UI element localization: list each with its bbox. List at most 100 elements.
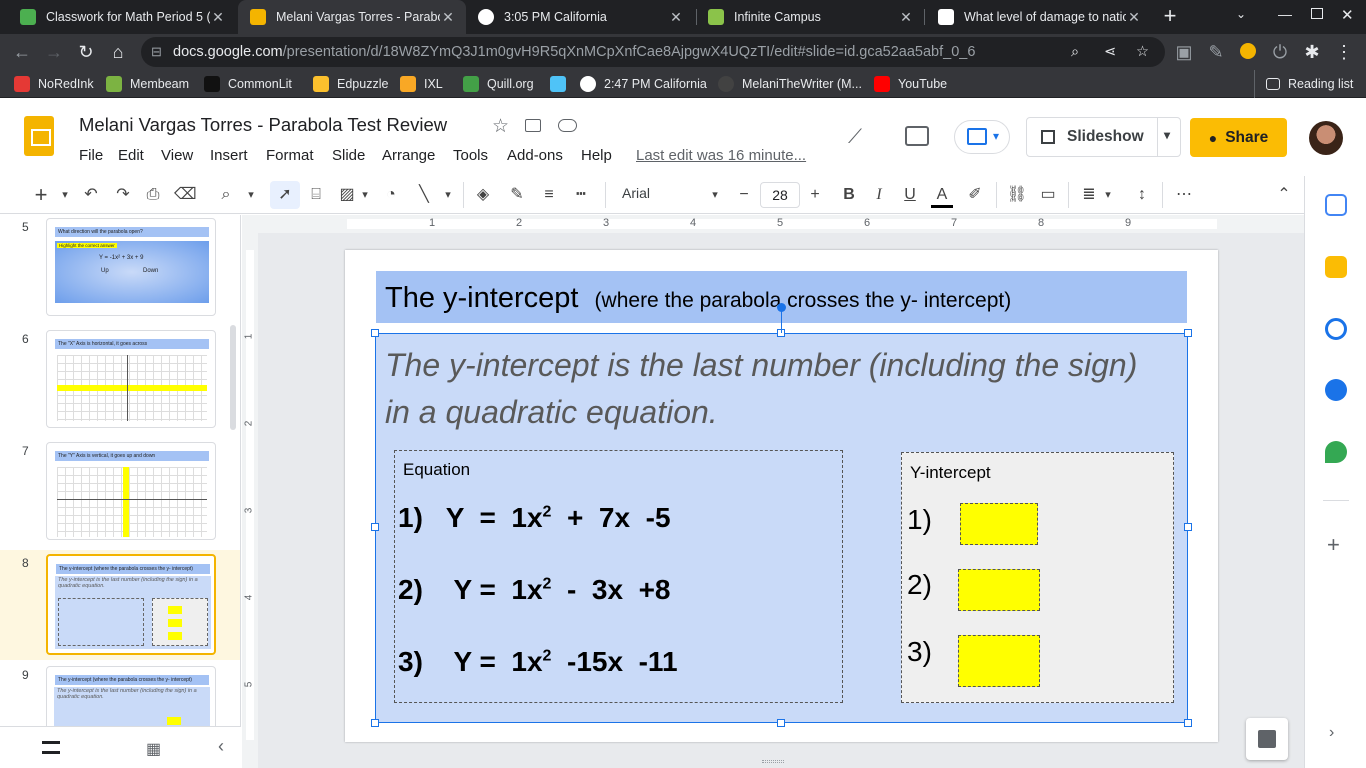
power-icon[interactable]: ⏻ <box>1268 40 1292 64</box>
new-tab-button[interactable]: + <box>1158 5 1182 29</box>
cloud-saved-icon[interactable] <box>558 119 577 132</box>
bookmark-youtube[interactable]: YouTube <box>874 75 947 93</box>
tab-search-icon[interactable]: ⌄ <box>1236 7 1246 21</box>
bookmark-star-icon[interactable]: ☆ <box>1136 37 1149 67</box>
site-info-icon[interactable]: ⊟ <box>151 37 162 67</box>
bookmark-noredink[interactable]: NoRedInk <box>14 75 94 93</box>
maps-icon[interactable] <box>1325 441 1347 463</box>
bookmark-edpuzzle[interactable]: Edpuzzle <box>313 75 388 93</box>
chevron-up-icon[interactable]: ⌃ <box>1273 185 1295 205</box>
resize-handle[interactable] <box>371 523 379 531</box>
get-addons-icon[interactable]: + <box>1327 532 1340 558</box>
bookmark-unnamed[interactable] <box>550 75 574 93</box>
forward-icon[interactable]: → <box>42 40 66 64</box>
keep-icon[interactable] <box>1325 256 1347 278</box>
menu-format[interactable]: Format <box>266 147 314 164</box>
home-icon[interactable]: ⌂ <box>106 40 130 64</box>
slide-thumbnail-9[interactable]: The y-intercept (where the parabola cros… <box>46 666 216 726</box>
menu-slide[interactable]: Slide <box>332 147 365 164</box>
link-icon[interactable]: ⛓ <box>1006 185 1028 205</box>
bookmark-quill[interactable]: Quill.org <box>463 75 534 93</box>
tasks-icon[interactable] <box>1325 318 1347 340</box>
close-tab-icon[interactable]: ✕ <box>210 9 226 26</box>
cursor-icon[interactable]: ➚ <box>274 185 296 205</box>
menu-file[interactable]: File <box>79 147 103 164</box>
menu-add-ons[interactable]: Add-ons <box>507 147 563 164</box>
calendar-icon[interactable] <box>1325 194 1347 216</box>
close-tab-icon[interactable]: ✕ <box>1126 9 1142 26</box>
extension-icon[interactable] <box>1240 43 1256 59</box>
slide-thumbnail-5[interactable]: What direction will the parabola open? H… <box>46 218 216 316</box>
resize-handle[interactable] <box>1184 329 1192 337</box>
border-weight-icon[interactable]: ≡ <box>538 185 560 205</box>
rotate-handle[interactable] <box>777 303 786 312</box>
star-icon[interactable]: ☆ <box>492 115 509 138</box>
resize-handle[interactable] <box>371 719 379 727</box>
contacts-icon[interactable] <box>1325 379 1347 401</box>
chevron-down-icon[interactable]: ▾ <box>54 185 76 205</box>
speaker-notes-drag-handle[interactable] <box>762 760 784 763</box>
zoom-icon[interactable]: ⌕ <box>215 185 237 205</box>
filmstrip-view-icon[interactable] <box>42 741 60 754</box>
slide-thumbnail-6[interactable]: The "X" Axis is horizontal, it goes acro… <box>46 330 216 428</box>
resize-handle[interactable] <box>371 329 379 337</box>
menu-tools[interactable]: Tools <box>453 147 488 164</box>
close-window-icon[interactable]: ✕ <box>1341 6 1354 24</box>
reading-list[interactable]: Reading list <box>1266 75 1353 93</box>
decrease-font-size-icon[interactable]: − <box>733 185 755 205</box>
share-page-icon[interactable]: ⋖ <box>1104 37 1116 67</box>
browser-menu-icon[interactable]: ⋮ <box>1332 40 1356 64</box>
menu-insert[interactable]: Insert <box>210 147 248 164</box>
last-edit-link[interactable]: Last edit was 16 minute... <box>636 147 806 164</box>
bookmark-commonlit[interactable]: CommonLit <box>204 75 292 93</box>
bookmark-ixl[interactable]: IXL <box>400 75 443 93</box>
slide-thumbnail-8[interactable]: The y-intercept (where the parabola cros… <box>46 554 216 655</box>
document-title[interactable]: Melani Vargas Torres - Parabola Test Rev… <box>79 114 447 136</box>
explore-button[interactable] <box>1246 718 1288 760</box>
slideshow-button[interactable]: Slideshow ▾ <box>1026 117 1181 157</box>
add-comment-icon[interactable]: ▭ <box>1037 185 1059 205</box>
border-color-icon[interactable]: ✎ <box>506 185 528 205</box>
chevron-left-icon[interactable]: ‹ <box>218 736 224 757</box>
back-icon[interactable]: ← <box>10 40 34 64</box>
menu-help[interactable]: Help <box>581 147 612 164</box>
move-folder-icon[interactable] <box>525 119 541 132</box>
chevron-down-icon[interactable]: ▾ <box>1097 185 1119 205</box>
filmstrip-scrollbar[interactable] <box>230 325 236 430</box>
shape-icon[interactable]: ◔ <box>380 185 402 205</box>
grid-view-icon[interactable]: ▦ <box>146 739 161 759</box>
redo-icon[interactable]: ↷ <box>112 185 134 205</box>
menu-arrange[interactable]: Arrange <box>382 147 435 164</box>
highlight-icon[interactable]: ✐ <box>964 185 986 205</box>
comments-icon[interactable] <box>905 126 929 146</box>
close-tab-icon[interactable]: ✕ <box>898 9 914 26</box>
line-spacing-icon[interactable]: ↕ <box>1131 185 1153 205</box>
avatar[interactable] <box>1309 121 1343 155</box>
resize-handle[interactable] <box>1184 523 1192 531</box>
chevron-down-icon[interactable]: ▾ <box>240 185 262 205</box>
chevron-down-icon[interactable]: ▾ <box>704 185 726 205</box>
font-size-input[interactable]: 28 <box>760 182 800 208</box>
extensions-puzzle-icon[interactable]: ✱ <box>1300 40 1324 64</box>
browser-tab-clock[interactable]: 3:05 PM California ✕ <box>466 0 694 34</box>
italic-icon[interactable]: I <box>868 185 890 205</box>
slides-logo-icon[interactable] <box>24 116 54 156</box>
chevron-down-icon[interactable]: ▾ <box>354 185 376 205</box>
menu-view[interactable]: View <box>161 147 193 164</box>
bookmark-clock[interactable]: 2:47 PM California <box>580 75 707 93</box>
chevron-right-icon[interactable]: › <box>1329 724 1334 742</box>
browser-tab-classwork[interactable]: Classwork for Math Period 5 ( ✕ <box>8 0 236 34</box>
share-button[interactable]: ● Share <box>1190 118 1287 157</box>
bookmark-github[interactable]: MelaniTheWriter (M... <box>718 75 862 93</box>
increase-font-size-icon[interactable]: + <box>804 185 826 205</box>
resize-handle[interactable] <box>1184 719 1192 727</box>
present-to-meeting-button[interactable]: ▾ <box>954 120 1010 154</box>
browser-tab-article[interactable]: What level of damage to natio ✕ <box>926 0 1152 34</box>
zoom-icon[interactable]: ⌕ <box>1071 37 1079 67</box>
new-slide-icon[interactable]: + <box>30 184 52 206</box>
slide-title[interactable]: The y-intercept (where the parabola cros… <box>385 282 1011 315</box>
bold-icon[interactable]: B <box>838 185 860 205</box>
minimize-icon[interactable]: — <box>1278 6 1292 22</box>
undo-icon[interactable]: ↶ <box>80 185 102 205</box>
text-color-icon[interactable]: A <box>931 185 953 208</box>
